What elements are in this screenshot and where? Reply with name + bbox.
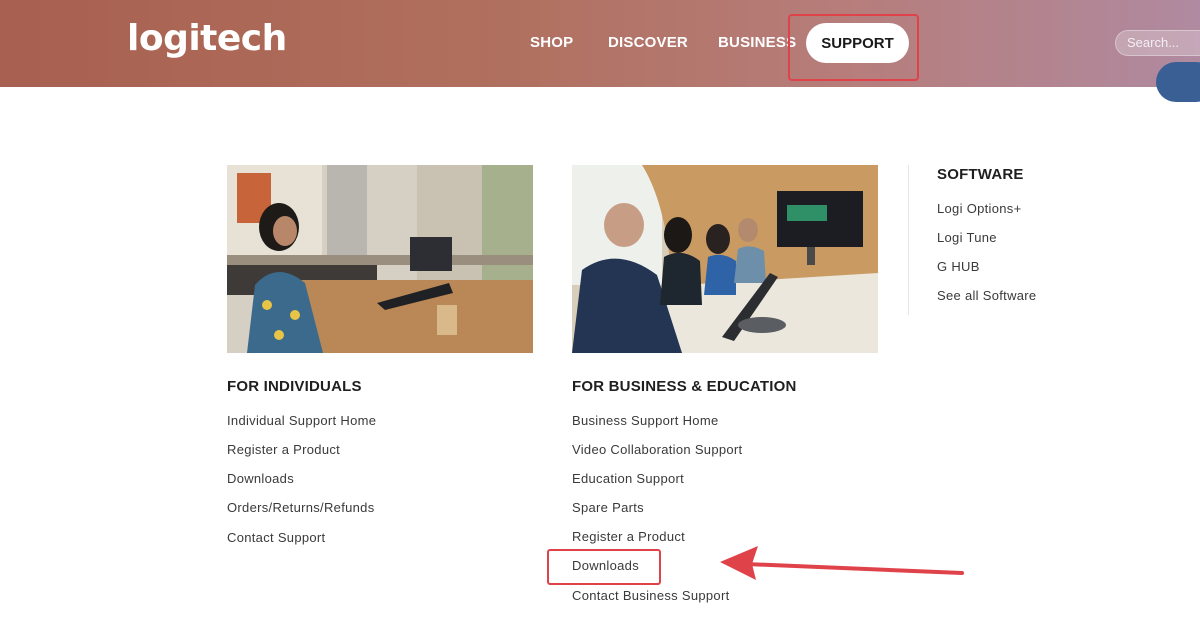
business-heading: FOR BUSINESS & EDUCATION (572, 378, 797, 395)
orders-returns-refunds-link[interactable]: Orders/Returns/Refunds (227, 500, 375, 515)
header-image-fragment (1156, 62, 1200, 102)
business-photo[interactable] (572, 165, 878, 353)
individual-support-home-link[interactable]: Individual Support Home (227, 413, 376, 428)
g-hub-link[interactable]: G HUB (937, 259, 980, 274)
education-support-link[interactable]: Education Support (572, 471, 684, 486)
see-all-software-link[interactable]: See all Software (937, 288, 1036, 303)
contact-support-link[interactable]: Contact Support (227, 530, 325, 545)
annotation-downloads-highlight (547, 549, 661, 585)
logitech-logo[interactable]: logitech (127, 18, 287, 59)
individuals-photo[interactable] (227, 165, 533, 353)
individual-downloads-link[interactable]: Downloads (227, 471, 294, 486)
site-header: logitech SHOP DISCOVER BUSINESS SUPPORT … (0, 0, 1200, 102)
nav-shop[interactable]: SHOP (530, 34, 573, 51)
video-collaboration-support-link[interactable]: Video Collaboration Support (572, 442, 742, 457)
column-divider (908, 165, 909, 315)
nav-discover[interactable]: DISCOVER (608, 34, 688, 51)
individuals-photo-illustration (227, 165, 533, 353)
annotation-support-highlight (788, 14, 919, 81)
individuals-heading: FOR INDIVIDUALS (227, 378, 362, 395)
software-heading: SOFTWARE (937, 166, 1024, 183)
individual-register-product-link[interactable]: Register a Product (227, 442, 340, 457)
annotation-arrow-icon (720, 546, 964, 580)
business-support-home-link[interactable]: Business Support Home (572, 413, 718, 428)
logi-tune-link[interactable]: Logi Tune (937, 230, 997, 245)
business-register-product-link[interactable]: Register a Product (572, 529, 685, 544)
spare-parts-link[interactable]: Spare Parts (572, 500, 644, 515)
contact-business-support-link[interactable]: Contact Business Support (572, 588, 730, 603)
nav-business[interactable]: BUSINESS (718, 34, 796, 51)
business-photo-illustration (572, 165, 878, 353)
logi-options-link[interactable]: Logi Options+ (937, 201, 1021, 216)
search-input[interactable]: Search... (1115, 30, 1200, 56)
